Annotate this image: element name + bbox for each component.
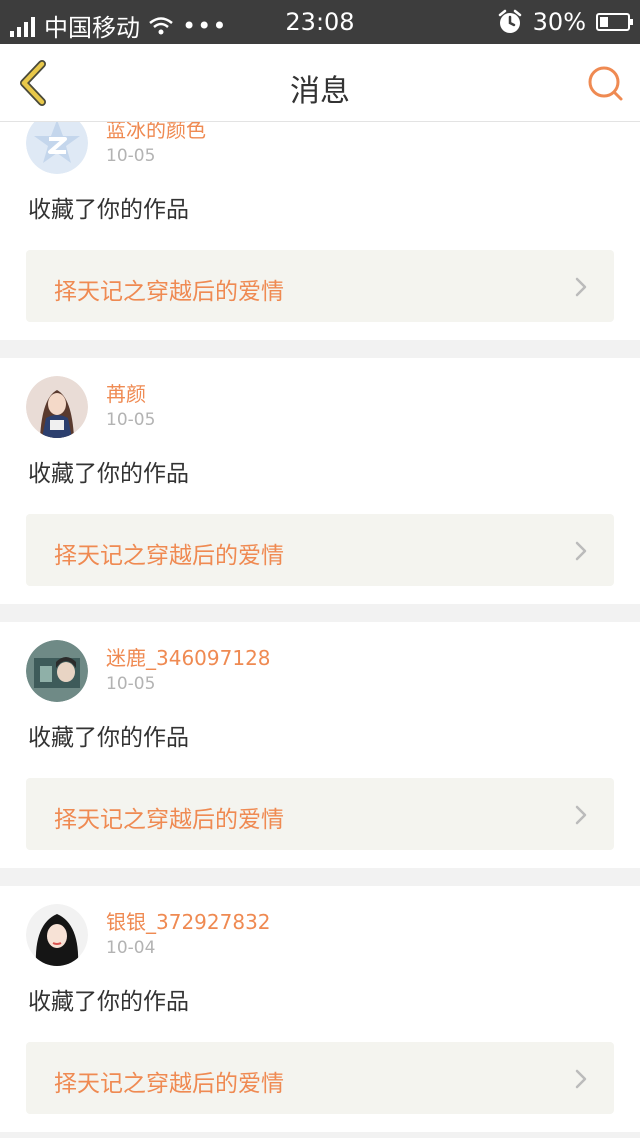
qq-default-avatar-icon[interactable] bbox=[26, 122, 88, 174]
chevron-right-icon bbox=[575, 277, 587, 297]
battery-percent: 30% bbox=[532, 8, 586, 36]
chevron-right-icon bbox=[575, 805, 587, 825]
message-action-text: 收藏了你的作品 bbox=[28, 725, 189, 751]
user-avatar[interactable] bbox=[26, 376, 88, 438]
user-avatar[interactable] bbox=[26, 640, 88, 702]
work-title: 择天记之穿越后的爱情 bbox=[54, 1071, 284, 1097]
message-date: 10-05 bbox=[106, 410, 156, 430]
work-title: 择天记之穿越后的爱情 bbox=[54, 807, 284, 833]
page-title: 消息 bbox=[290, 74, 350, 109]
message-date: 10-05 bbox=[106, 146, 156, 166]
battery-icon bbox=[596, 13, 633, 31]
status-right: 30% bbox=[497, 8, 633, 36]
message-card: 银银_372927832 10-04 收藏了你的作品 择天记之穿越后的爱情 bbox=[0, 886, 640, 1132]
message-date: 10-04 bbox=[106, 938, 156, 958]
username-link[interactable]: 银银_372927832 bbox=[106, 906, 271, 935]
message-action-text: 收藏了你的作品 bbox=[28, 989, 189, 1015]
message-date: 10-05 bbox=[106, 674, 156, 694]
message-card: 蓝冰的颜色 10-05 收藏了你的作品 择天记之穿越后的爱情 bbox=[0, 122, 640, 340]
battery-level bbox=[600, 17, 608, 27]
status-bar: 中国移动 ••• 23:08 30% bbox=[0, 0, 640, 44]
chevron-right-icon bbox=[575, 1069, 587, 1089]
chevron-right-icon bbox=[575, 541, 587, 561]
user-avatar[interactable] bbox=[26, 904, 88, 966]
work-link[interactable]: 择天记之穿越后的爱情 bbox=[26, 1042, 614, 1114]
alarm-icon bbox=[498, 9, 521, 33]
search-icon[interactable] bbox=[586, 64, 624, 102]
work-link[interactable]: 择天记之穿越后的爱情 bbox=[26, 250, 614, 322]
message-feed: 蓝冰的颜色 10-05 收藏了你的作品 择天记之穿越后的爱情 苒颜 10-05 … bbox=[0, 122, 640, 1138]
work-link[interactable]: 择天记之穿越后的爱情 bbox=[26, 778, 614, 850]
work-title: 择天记之穿越后的爱情 bbox=[54, 543, 284, 569]
username-link[interactable]: 蓝冰的颜色 bbox=[106, 122, 206, 143]
nav-bar: 消息 bbox=[0, 44, 640, 122]
username-link[interactable]: 迷鹿_346097128 bbox=[106, 642, 271, 671]
work-link[interactable]: 择天记之穿越后的爱情 bbox=[26, 514, 614, 586]
message-action-text: 收藏了你的作品 bbox=[28, 461, 189, 487]
message-card: 苒颜 10-05 收藏了你的作品 择天记之穿越后的爱情 bbox=[0, 358, 640, 604]
work-title: 择天记之穿越后的爱情 bbox=[54, 279, 284, 305]
username-link[interactable]: 苒颜 bbox=[106, 378, 146, 407]
message-list[interactable]: 蓝冰的颜色 10-05 收藏了你的作品 择天记之穿越后的爱情 苒颜 10-05 … bbox=[0, 122, 640, 1138]
message-card: 迷鹿_346097128 10-05 收藏了你的作品 择天记之穿越后的爱情 bbox=[0, 622, 640, 868]
message-action-text: 收藏了你的作品 bbox=[28, 197, 189, 223]
